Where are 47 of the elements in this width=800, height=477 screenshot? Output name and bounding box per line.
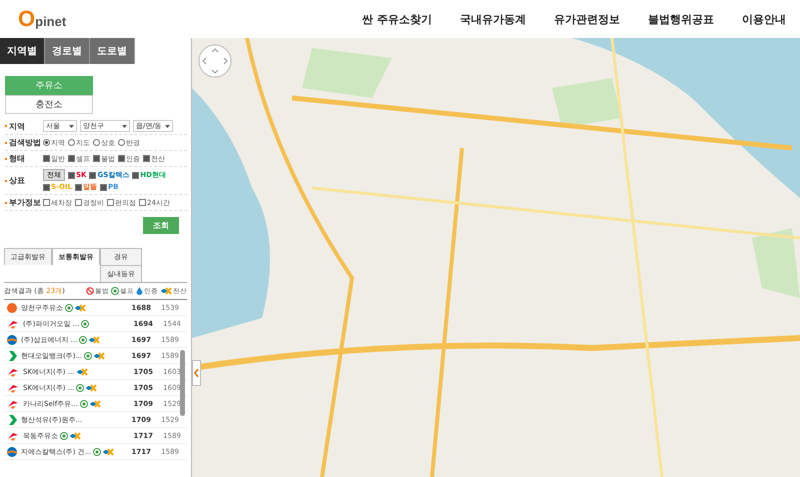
chevron-logo-icon [7, 414, 17, 424]
field-label: 지역 [5, 120, 43, 132]
scrollbar[interactable] [180, 350, 185, 416]
butterfly-logo-icon [7, 318, 19, 328]
logo-initial: O [18, 6, 36, 32]
field-label: 형태 [5, 153, 43, 164]
nav-link[interactable]: 이용안내 [742, 12, 786, 26]
nav-link[interactable]: 불법행위공표 [648, 12, 714, 26]
card-mark-icon [102, 448, 114, 456]
field-label: 검색방법 [5, 137, 43, 148]
butterfly-logo-icon [7, 382, 19, 392]
card-mark-icon [76, 368, 88, 376]
pan-control-icon[interactable] [198, 44, 232, 78]
butterfly-logo-icon [7, 430, 19, 440]
prohibited-icon [86, 287, 94, 295]
chevron-logo-icon [7, 350, 17, 360]
self-service-icon [60, 432, 68, 440]
caret-icon [69, 124, 74, 128]
card-mark-icon [74, 304, 86, 312]
globe-logo-icon [7, 446, 17, 456]
card-mark-icon [93, 352, 106, 360]
nav-link[interactable]: 유가관련정보 [554, 12, 620, 26]
search-tab[interactable]: 경로별 [45, 38, 90, 64]
nav-link[interactable]: 싼 주유소찾기 [362, 12, 432, 26]
search-tab[interactable]: 지역별 [0, 38, 45, 64]
butterfly-logo-icon [7, 398, 19, 408]
logo-text: pinet [35, 14, 66, 29]
field-label: 상표 [5, 175, 43, 186]
card-mark-icon [88, 336, 100, 344]
caret-icon [122, 124, 127, 128]
card-mark-icon [69, 432, 81, 440]
self-service-icon [93, 448, 102, 456]
search-tab[interactable]: 도로별 [90, 38, 135, 64]
card-mark-icon [160, 287, 172, 295]
drop-icon [136, 287, 143, 295]
card-mark-icon [88, 400, 101, 408]
nav-link[interactable]: 국내유가동계 [460, 12, 526, 26]
card-mark-icon [85, 384, 98, 392]
globe-logo-icon [7, 334, 17, 344]
field-label: 부가정보 [5, 197, 43, 208]
station-type-button[interactable]: 충전소 [5, 95, 93, 114]
butterfly-logo-icon [7, 366, 19, 376]
caret-icon [165, 124, 170, 128]
station-logo-icon [7, 302, 17, 312]
self-service-icon [111, 287, 119, 295]
collapse-handle[interactable] [192, 360, 201, 386]
chevron-left-icon [194, 369, 199, 377]
